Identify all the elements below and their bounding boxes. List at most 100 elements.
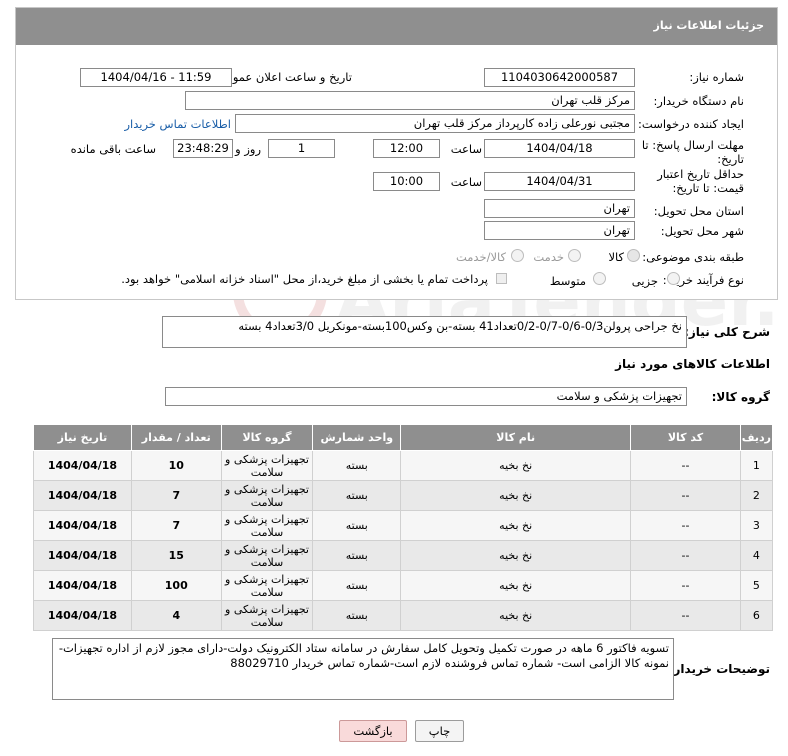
deadline-date-field[interactable]: 1404/04/18	[484, 139, 635, 158]
remaining-time-field[interactable]: 23:48:29	[173, 139, 233, 158]
category-service-radio[interactable]	[568, 249, 581, 262]
category-goods-radio[interactable]	[627, 249, 640, 262]
buyer-notes-label: توضیحات خریدار:	[668, 662, 770, 676]
item-code-cell: --	[630, 570, 741, 601]
summary-label: شرح کلی نیاز:	[684, 325, 770, 339]
purchase-medium-label: متوسط	[549, 274, 586, 288]
item-name-cell: نخ بخیه	[400, 600, 632, 631]
print-button[interactable]: چاپ	[415, 720, 464, 742]
announce-datetime-field[interactable]: 1404/04/16 - 11:59	[80, 68, 232, 87]
need-date-cell: 1404/04/18	[33, 600, 132, 631]
deadline-label: مهلت ارسال پاسخ: تا تاریخ:	[641, 138, 744, 166]
group-cell: تجهیزات پزشکی و سلامت	[220, 450, 314, 481]
table-row[interactable]: 2 -- نخ بخیه بسته تجهیزات پزشکی و سلامت 7 1404…	[33, 480, 774, 511]
table-row[interactable]: 3 -- نخ بخیه بسته تجهیزات پزشکی و سلامت 7 1404…	[33, 510, 774, 541]
item-code-cell: --	[630, 450, 741, 481]
item-code-cell: --	[630, 540, 741, 571]
buyer-contact-link[interactable]: اطلاعات تماس خریدار	[124, 117, 231, 131]
unit-cell: بسته	[312, 600, 402, 631]
quantity-cell: 4	[130, 600, 222, 631]
row-number-cell: 5	[739, 570, 774, 601]
need-date-cell: 1404/04/18	[33, 480, 132, 511]
row-number-cell: 1	[739, 450, 774, 481]
days-remaining-field[interactable]: 1	[268, 139, 335, 158]
creator-field[interactable]: مجتبی نورعلی زاده کارپرداز مرکز قلب تهرا…	[235, 114, 635, 133]
announce-label: تاریخ و ساعت اعلان عمومی:	[213, 70, 352, 84]
treasury-payment-checkbox[interactable]	[496, 273, 507, 284]
category-service-label: خدمت	[533, 250, 564, 264]
row-number-cell: 4	[739, 540, 774, 571]
validity-label: حداقل تاریخ اعتبار قیمت: تا تاریخ:	[657, 167, 744, 195]
validity-date-field[interactable]: 1404/04/31	[484, 172, 635, 191]
table-row[interactable]: 1 -- نخ بخیه بسته تجهیزات پزشکی و سلامت 10 140…	[33, 450, 774, 481]
item-name-cell: نخ بخیه	[400, 570, 632, 601]
goods-group-field[interactable]: تجهیزات پزشکی و سلامت	[165, 387, 687, 406]
column-header-code: کد کالا	[630, 424, 741, 451]
city-label: شهر محل تحویل:	[660, 224, 744, 238]
province-label: استان محل تحویل:	[653, 204, 744, 218]
quantity-cell: 7	[130, 510, 222, 541]
column-header-date: تاریخ نیاز	[33, 424, 132, 451]
need-date-cell: 1404/04/18	[33, 450, 132, 481]
unit-cell: بسته	[312, 480, 402, 511]
item-code-cell: --	[630, 600, 741, 631]
need-number-field[interactable]: 1104030642000587	[484, 68, 635, 87]
column-header-unit: واحد شمارش	[312, 424, 402, 451]
group-cell: تجهیزات پزشکی و سلامت	[220, 510, 314, 541]
panel-title: جزئیات اطلاعات نیاز	[16, 8, 777, 45]
validity-time-label: ساعت	[450, 175, 482, 189]
table-header-row: ردیف کد کالا نام کالا واحد شمارش گروه کا…	[33, 424, 774, 451]
item-code-cell: --	[630, 480, 741, 511]
quantity-cell: 7	[130, 480, 222, 511]
column-header-row-number: ردیف	[739, 424, 774, 451]
purchase-medium-radio[interactable]	[593, 272, 606, 285]
days-label: روز و	[235, 142, 261, 156]
deadline-time-field[interactable]: 12:00	[373, 139, 440, 158]
category-goods-service-label: کالا/خدمت	[455, 250, 506, 264]
unit-cell: بسته	[312, 540, 402, 571]
row-number-cell: 6	[739, 600, 774, 631]
quantity-cell: 100	[130, 570, 222, 601]
group-cell: تجهیزات پزشکی و سلامت	[220, 540, 314, 571]
table-row[interactable]: 5 -- نخ بخیه بسته تجهیزات پزشکی و سلامت 100 14…	[33, 570, 774, 601]
quantity-cell: 15	[130, 540, 222, 571]
item-code-cell: --	[630, 510, 741, 541]
item-name-cell: نخ بخیه	[400, 510, 632, 541]
unit-cell: بسته	[312, 450, 402, 481]
buyer-org-field[interactable]: مرکز قلب تهران	[185, 91, 635, 110]
summary-textarea[interactable]: نخ جراحی پرولن0/3-0/6-0/7-0/2تعداد41 بست…	[162, 316, 687, 348]
column-header-quantity: تعداد / مقدار	[130, 424, 222, 451]
item-name-cell: نخ بخیه	[400, 540, 632, 571]
unit-cell: بسته	[312, 510, 402, 541]
table-row[interactable]: 4 -- نخ بخیه بسته تجهیزات پزشکی و سلامت 15 140…	[33, 540, 774, 571]
unit-cell: بسته	[312, 570, 402, 601]
purchase-minor-radio[interactable]	[667, 272, 680, 285]
need-date-cell: 1404/04/18	[33, 510, 132, 541]
validity-time-field[interactable]: 10:00	[373, 172, 440, 191]
column-header-group: گروه کالا	[220, 424, 314, 451]
creator-label: ایجاد کننده درخواست:	[638, 117, 744, 131]
category-label: طبقه بندی موضوعی:	[642, 250, 744, 264]
buyer-org-label: نام دستگاه خریدار:	[653, 94, 744, 108]
buyer-notes-textarea[interactable]: تسویه فاکتور 6 ماهه در صورت تکمیل وتحویل…	[52, 638, 674, 700]
purchase-minor-label: جزیی	[631, 274, 658, 288]
group-cell: تجهیزات پزشکی و سلامت	[220, 600, 314, 631]
table-row[interactable]: 6 -- نخ بخیه بسته تجهیزات پزشکی و سلامت 4 1404…	[33, 600, 774, 631]
category-goods-service-radio[interactable]	[511, 249, 524, 262]
goods-group-label: گروه کالا:	[711, 390, 770, 404]
group-cell: تجهیزات پزشکی و سلامت	[220, 480, 314, 511]
row-number-cell: 3	[739, 510, 774, 541]
need-date-cell: 1404/04/18	[33, 570, 132, 601]
treasury-payment-note: پرداخت تمام یا بخشی از مبلغ خرید،از محل …	[121, 272, 488, 286]
column-header-name: نام کالا	[400, 424, 632, 451]
item-name-cell: نخ بخیه	[400, 450, 632, 481]
deadline-time-label: ساعت	[450, 142, 482, 156]
item-name-cell: نخ بخیه	[400, 480, 632, 511]
back-button[interactable]: بازگشت	[339, 720, 407, 742]
province-field[interactable]: تهران	[484, 199, 635, 218]
category-goods-label: کالا	[608, 250, 624, 264]
row-number-cell: 2	[739, 480, 774, 511]
remaining-time-label: ساعت باقی مانده	[70, 142, 156, 156]
city-field[interactable]: تهران	[484, 221, 635, 240]
need-date-cell: 1404/04/18	[33, 540, 132, 571]
